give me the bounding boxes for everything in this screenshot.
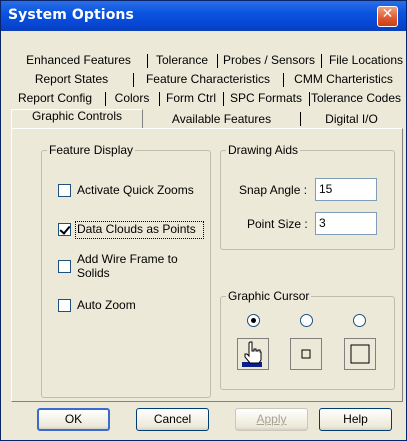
ok-button[interactable]: OK — [37, 408, 110, 431]
system-options-dialog: System Options ✕ Enhanced Features Toler… — [0, 0, 407, 441]
tab-enhanced-features[interactable]: Enhanced Features — [11, 52, 146, 69]
auto-zoom-label[interactable]: Auto Zoom — [77, 298, 136, 312]
close-icon: ✕ — [381, 6, 394, 22]
cursor-small-square-radio[interactable] — [300, 314, 313, 327]
title-bar[interactable]: System Options ✕ — [1, 1, 406, 31]
tab-available-features[interactable]: Available Features — [144, 110, 299, 129]
feature-display-group: Feature Display Activate Quick Zooms Dat… — [41, 143, 211, 398]
add-wire-frame-label-line1[interactable]: Add Wire Frame to — [77, 252, 178, 266]
activate-quick-zooms-label[interactable]: Activate Quick Zooms — [77, 183, 194, 197]
drawing-aids-title: Drawing Aids — [226, 143, 301, 157]
tab-tolerance-codes[interactable]: Tolerance Codes — [310, 90, 402, 107]
graphic-cursor-group: Graphic Cursor — [220, 289, 395, 390]
cursor-large-square-preview[interactable] — [344, 338, 376, 370]
tab-cmm-charteristics[interactable]: CMM Charteristics — [284, 71, 403, 88]
tab-spc-formats[interactable]: SPC Formats — [224, 90, 308, 107]
snap-angle-label: Snap Angle : — [239, 183, 308, 197]
tab-row-4: Graphic Controls Available Features Digi… — [11, 107, 403, 129]
add-wire-frame-checkbox[interactable] — [58, 260, 71, 273]
drawing-aids-group: Drawing Aids Snap Angle : 15 Point Size … — [220, 143, 395, 250]
tab-probes-sensors[interactable]: Probes / Sensors — [218, 52, 320, 69]
cursor-hand-radio[interactable] — [247, 314, 260, 327]
cursor-small-square-preview[interactable] — [290, 338, 322, 370]
data-clouds-as-points-label[interactable]: Data Clouds as Points — [77, 222, 196, 236]
point-size-input[interactable]: 3 — [315, 212, 377, 235]
cursor-hand-preview[interactable] — [237, 338, 269, 370]
tab-row-3: Report Config Colors Form Ctrl SPC Forma… — [5, 90, 401, 107]
tab-row-1: Enhanced Features Tolerance Probes / Sen… — [11, 52, 403, 69]
tab-colors[interactable]: Colors — [106, 90, 158, 107]
tab-digital-io[interactable]: Digital I/O — [301, 110, 402, 129]
tab-report-states[interactable]: Report States — [11, 71, 132, 88]
auto-zoom-checkbox[interactable] — [58, 299, 71, 312]
tab-panel-graphic-controls: Feature Display Activate Quick Zooms Dat… — [11, 128, 403, 402]
tab-report-config[interactable]: Report Config — [5, 90, 105, 107]
apply-button[interactable]: Apply — [235, 408, 308, 431]
tab-file-locations[interactable]: File Locations — [322, 52, 407, 69]
window-title: System Options — [8, 7, 134, 23]
graphic-cursor-title: Graphic Cursor — [226, 289, 312, 303]
close-button[interactable]: ✕ — [377, 6, 398, 27]
large-square-icon — [350, 344, 370, 364]
tab-feature-characteristics[interactable]: Feature Characteristics — [134, 71, 282, 88]
tab-form-ctrl[interactable]: Form Ctrl — [160, 90, 222, 107]
add-wire-frame-label-line2[interactable]: Solids — [77, 266, 110, 280]
activate-quick-zooms-checkbox[interactable] — [58, 184, 71, 197]
feature-display-title: Feature Display — [47, 143, 136, 157]
hand-pointer-icon — [242, 341, 262, 367]
tab-graphic-controls[interactable]: Graphic Controls — [11, 107, 143, 126]
tab-row-2: Report States Feature Characteristics CM… — [11, 71, 403, 88]
cursor-large-square-radio[interactable] — [353, 314, 366, 327]
point-size-label: Point Size : — [247, 217, 308, 231]
data-clouds-as-points-checkbox[interactable] — [58, 223, 71, 236]
cancel-button[interactable]: Cancel — [136, 408, 209, 431]
help-button[interactable]: Help — [319, 408, 392, 431]
snap-angle-input[interactable]: 15 — [315, 178, 377, 201]
apply-label: Apply — [256, 412, 287, 426]
tab-tolerance[interactable]: Tolerance — [148, 52, 216, 69]
small-square-icon — [301, 349, 311, 359]
